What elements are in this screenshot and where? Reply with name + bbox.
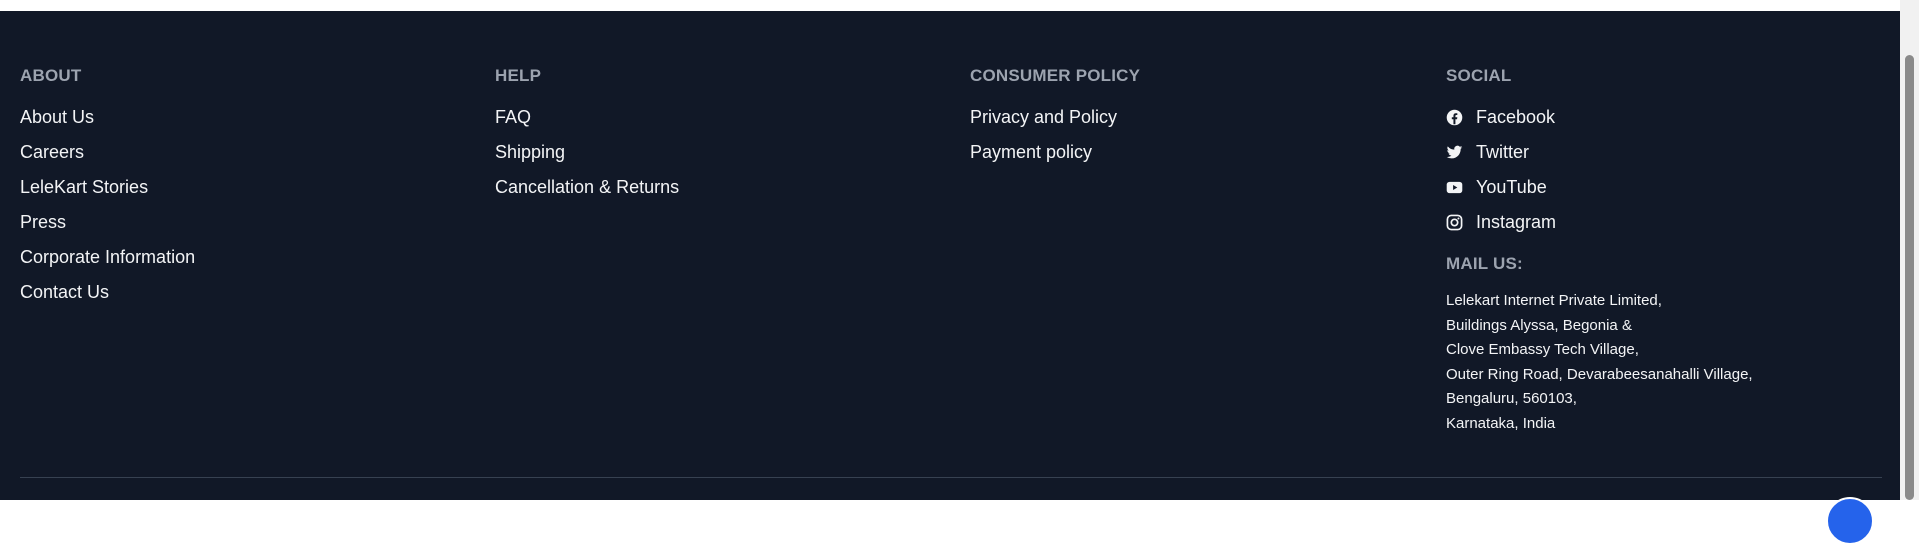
site-footer: ABOUT About Us Careers LeleKart Stories … bbox=[0, 11, 1900, 500]
scrollbar-thumb[interactable] bbox=[1905, 55, 1914, 500]
address-line: Bengaluru, 560103, bbox=[1446, 390, 1577, 407]
social-link-label: Instagram bbox=[1476, 212, 1557, 232]
address-line: Clove Embassy Tech Village, bbox=[1446, 341, 1639, 358]
footer-column-consumer-policy: CONSUMER POLICY Privacy and Policy Payme… bbox=[970, 65, 1140, 176]
footer-link-careers[interactable]: Careers bbox=[20, 141, 195, 163]
footer-link-privacy-policy[interactable]: Privacy and Policy bbox=[970, 106, 1140, 128]
social-link-twitter[interactable]: Twitter bbox=[1446, 141, 1753, 163]
footer-divider bbox=[20, 477, 1882, 478]
social-link-label: YouTube bbox=[1476, 177, 1547, 197]
social-link-label: Twitter bbox=[1476, 142, 1530, 162]
footer-heading-social: SOCIAL bbox=[1446, 66, 1512, 85]
footer-column-social: SOCIAL Facebook Twitter YouTube Instagra… bbox=[1446, 65, 1753, 436]
footer-link-corporate-information[interactable]: Corporate Information bbox=[20, 246, 195, 268]
footer-link-contact-us[interactable]: Contact Us bbox=[20, 281, 195, 303]
footer-link-shipping[interactable]: Shipping bbox=[495, 141, 679, 163]
social-links: Facebook Twitter YouTube Instagram bbox=[1446, 106, 1753, 233]
footer-link-press[interactable]: Press bbox=[20, 211, 195, 233]
social-link-instagram[interactable]: Instagram bbox=[1446, 211, 1753, 233]
youtube-icon bbox=[1446, 179, 1463, 196]
chat-widget-button[interactable] bbox=[1826, 497, 1874, 545]
instagram-icon bbox=[1446, 214, 1463, 231]
footer-heading-consumer-policy: CONSUMER POLICY bbox=[970, 66, 1141, 85]
page-scrollbar[interactable] bbox=[1900, 0, 1919, 500]
footer-link-stories[interactable]: LeleKart Stories bbox=[20, 176, 195, 198]
address-line: Buildings Alyssa, Begonia & bbox=[1446, 316, 1632, 334]
footer-link-about-us[interactable]: About Us bbox=[20, 106, 195, 128]
address-line: Outer Ring Road, Devarabeesanahalli Vill… bbox=[1446, 365, 1753, 383]
facebook-icon bbox=[1446, 109, 1463, 126]
footer-column-about: ABOUT About Us Careers LeleKart Stories … bbox=[20, 65, 195, 316]
footer-heading-help: HELP bbox=[495, 66, 542, 85]
social-link-youtube[interactable]: YouTube bbox=[1446, 176, 1753, 198]
footer-heading-about: ABOUT bbox=[20, 66, 82, 85]
footer-link-payment-policy[interactable]: Payment policy bbox=[970, 141, 1140, 163]
help-links: FAQ Shipping Cancellation & Returns bbox=[495, 106, 679, 198]
footer-heading-mail: MAIL US: bbox=[1446, 254, 1523, 273]
footer-link-cancellation-returns[interactable]: Cancellation & Returns bbox=[495, 176, 679, 198]
mail-address: Lelekart Internet Private Limited, Build… bbox=[1446, 289, 1753, 436]
social-link-facebook[interactable]: Facebook bbox=[1446, 106, 1753, 128]
social-link-label: Facebook bbox=[1476, 107, 1556, 127]
twitter-icon bbox=[1446, 144, 1463, 161]
address-line: Lelekart Internet Private Limited, bbox=[1446, 292, 1662, 309]
footer-link-faq[interactable]: FAQ bbox=[495, 106, 679, 128]
consumer-policy-links: Privacy and Policy Payment policy bbox=[970, 106, 1140, 163]
address-line: Karnataka, India bbox=[1446, 414, 1556, 432]
about-links: About Us Careers LeleKart Stories Press … bbox=[20, 106, 195, 303]
footer-column-help: HELP FAQ Shipping Cancellation & Returns bbox=[495, 65, 679, 211]
